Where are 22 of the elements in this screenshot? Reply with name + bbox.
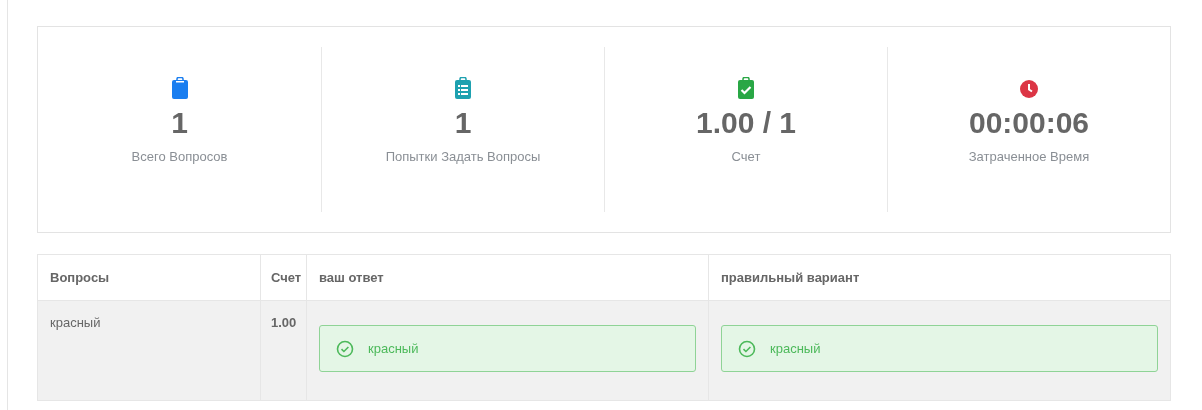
table-cell: 1.00 <box>260 300 307 401</box>
answer-text: красный <box>770 339 821 358</box>
table-cell: красный <box>37 300 261 401</box>
column-header: ваш ответ <box>306 254 709 301</box>
stat-label: Всего Вопросов <box>131 148 228 166</box>
clipboard-list-icon <box>454 77 472 99</box>
stat-label: Счет <box>731 148 761 166</box>
stat-value: 00:00:06 <box>968 105 1090 141</box>
column-header: правильный вариант <box>708 254 1171 301</box>
check-circle-icon <box>738 339 756 358</box>
check-circle-icon <box>336 339 354 358</box>
stat-value: 1.00 / 1 <box>695 105 797 141</box>
column-header: Вопросы <box>37 254 261 301</box>
stat-label: Затраченное Время <box>968 148 1090 166</box>
clock-icon <box>1020 77 1038 99</box>
stat-value: 1 <box>454 105 472 141</box>
column-header: Счет <box>260 254 307 301</box>
stat-label: Попытки Задать Вопросы <box>385 148 541 166</box>
clipboard-check-icon <box>737 77 755 99</box>
stat-value: 1 <box>171 105 188 141</box>
clipboard-icon <box>170 77 189 99</box>
answer-text: красный <box>368 339 419 358</box>
